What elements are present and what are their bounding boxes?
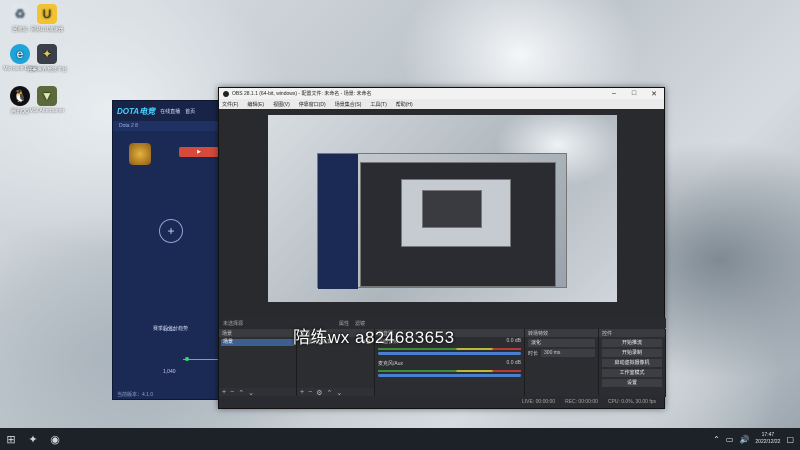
channel-name: 麦克风/Aux bbox=[378, 361, 404, 367]
rec-timer: REC: 00:00:00 bbox=[565, 399, 598, 405]
controls-panel: 控件 开始推流 开始录制 启动虚拟摄像机 工作室模式 设置 bbox=[599, 329, 666, 397]
volume-slider[interactable] bbox=[378, 352, 521, 355]
desktop-icon-uu[interactable]: U 网易UU加速器 bbox=[27, 4, 67, 33]
transition-type-select[interactable]: 淡化 bbox=[528, 339, 595, 347]
live-timer: LIVE: 00:00:00 bbox=[522, 399, 556, 405]
add-icon[interactable]: + bbox=[300, 389, 304, 396]
minimize-icon[interactable]: – bbox=[604, 90, 624, 98]
duration-label: 时长 bbox=[528, 350, 539, 357]
menu-view[interactable]: 视图(V) bbox=[273, 101, 290, 108]
dota-icon: ✦ bbox=[37, 44, 57, 64]
dota-taskbar-icon[interactable]: ✦ bbox=[22, 428, 44, 450]
game-client-header: DOTA电竞 在线直播 首页 bbox=[113, 101, 221, 121]
duration-row: 时长 300 ms bbox=[528, 349, 595, 357]
scene-item[interactable]: 场景 bbox=[221, 339, 294, 346]
channel-db: 0.0 dB bbox=[506, 360, 521, 366]
notification-icon[interactable]: ▢ bbox=[786, 435, 794, 444]
y-tick-low: 1,040 bbox=[163, 369, 176, 375]
remove-icon[interactable]: − bbox=[308, 389, 312, 396]
controls-panel-title: 控件 bbox=[599, 329, 665, 337]
dota-section-label: Dota 2 8 bbox=[113, 121, 221, 131]
maximize-icon[interactable]: □ bbox=[624, 90, 644, 98]
no-source-label: 未选择源 bbox=[223, 320, 244, 327]
volume-meter bbox=[378, 370, 521, 372]
desktop-icon-label: 完美世界竞技平台 bbox=[27, 67, 68, 73]
tab-home[interactable]: 首页 bbox=[185, 108, 195, 115]
start-button[interactable]: ⊞ bbox=[0, 428, 22, 450]
start-recording-button[interactable]: 开始录制 bbox=[602, 349, 662, 357]
version-label: 当前版本：4.1.0 bbox=[117, 392, 154, 398]
taskbar: ⊞ ✦ ◉ ⌃ ▭ 🔊 17:47 2022/12/22 ▢ bbox=[0, 428, 800, 450]
desktop-icon-label: 网易UU加速器 bbox=[30, 27, 64, 33]
start-streaming-button[interactable]: 开始推流 bbox=[602, 339, 662, 347]
nested-capture-1 bbox=[317, 153, 567, 289]
mixer-channel-2: 麦克风/Aux 0.0 dB bbox=[375, 359, 524, 368]
tab-live[interactable]: 在线直播 bbox=[160, 108, 180, 115]
menu-tools[interactable]: 工具(T) bbox=[370, 101, 386, 108]
system-tray: ⌃ ▭ 🔊 17:47 2022/12/22 ▢ bbox=[713, 428, 794, 450]
cpu-fps: CPU: 0.0%, 30.00 fps bbox=[607, 399, 656, 405]
close-icon[interactable]: ✕ bbox=[644, 90, 664, 98]
obs-titlebar: OBS 28.1.1 (64-bit, windows) - 配置文件: 未命名… bbox=[219, 88, 664, 99]
rank-badge-icon bbox=[129, 143, 151, 165]
obs-taskbar-icon[interactable]: ◉ bbox=[44, 428, 66, 450]
clock[interactable]: 17:47 2022/12/22 bbox=[755, 432, 780, 446]
desktop: ♻ 回收站 e Microsoft Edge 🐧 腾讯QQ U 网易UU加速器 … bbox=[0, 0, 800, 450]
menu-file[interactable]: 文件(F) bbox=[222, 101, 238, 108]
game-client-window[interactable]: DOTA电竞 在线直播 首页 Dota 2 8 ▶ + 赛季段位分趋势 1,05… bbox=[112, 100, 222, 400]
obs-window[interactable]: OBS 28.1.1 (64-bit, windows) - 配置文件: 未命名… bbox=[218, 87, 666, 409]
transitions-panel: 转场特效 淡化 时长 300 ms bbox=[525, 329, 599, 397]
menu-edit[interactable]: 编辑(E) bbox=[247, 101, 264, 108]
start-match-button[interactable]: ▶ bbox=[179, 147, 219, 157]
date: 2022/12/22 bbox=[755, 439, 781, 445]
virtual-camera-button[interactable]: 启动虚拟摄像机 bbox=[602, 359, 662, 367]
scenes-panel-title: 场景 bbox=[219, 329, 296, 337]
chevron-up-icon[interactable]: ⌃ bbox=[713, 435, 720, 444]
desktop-icon-label: MSI Afterburner bbox=[29, 108, 65, 114]
settings-button[interactable]: 设置 bbox=[602, 379, 662, 387]
trend-point bbox=[185, 357, 189, 361]
transitions-panel-title: 转场特效 bbox=[525, 329, 598, 337]
scenes-panel: 场景 场景 + − ⌃ ⌄ bbox=[219, 329, 297, 397]
menu-scene-collection[interactable]: 场景集合(S) bbox=[335, 101, 362, 108]
volume-icon[interactable]: 🔊 bbox=[739, 435, 749, 444]
time: 17:47 bbox=[761, 432, 775, 438]
nested-capture-2 bbox=[401, 179, 511, 247]
obs-logo-icon bbox=[223, 90, 229, 97]
obs-menubar: 文件(F) 编辑(E) 视图(V) 停靠窗口(D) 场景集合(S) 工具(T) … bbox=[219, 99, 664, 109]
channel-db: 0.0 dB bbox=[506, 338, 521, 344]
studio-mode-button[interactable]: 工作室模式 bbox=[602, 369, 662, 377]
obs-window-title: OBS 28.1.1 (64-bit, windows) - 配置文件: 未命名… bbox=[232, 91, 372, 97]
menu-help[interactable]: 帮助(H) bbox=[396, 101, 413, 108]
preview-canvas[interactable] bbox=[268, 115, 617, 302]
duration-input[interactable]: 300 ms bbox=[541, 349, 595, 357]
desktop-icon-dota[interactable]: ✦ 完美世界竞技平台 bbox=[27, 44, 67, 73]
network-icon[interactable]: ▭ bbox=[726, 435, 734, 444]
menu-docks[interactable]: 停靠窗口(D) bbox=[299, 101, 326, 108]
y-tick-high: 1,050 bbox=[163, 327, 176, 333]
volume-slider[interactable] bbox=[378, 374, 521, 377]
nested-capture-3 bbox=[422, 190, 482, 228]
afterburner-icon: ▼ bbox=[37, 86, 57, 106]
game-client-logo: DOTA电竞 bbox=[117, 106, 156, 116]
watermark-overlay: 陪练wx a824683653 bbox=[293, 328, 455, 347]
remove-icon[interactable]: − bbox=[230, 389, 234, 396]
volume-meter bbox=[378, 348, 521, 350]
nested-obs bbox=[360, 162, 556, 287]
obs-statusbar: LIVE: 00:00:00 REC: 00:00:00 CPU: 0.0%, … bbox=[219, 396, 664, 408]
add-icon[interactable]: + bbox=[222, 389, 226, 396]
nested-game-client bbox=[318, 154, 358, 289]
uu-accelerator-icon: U bbox=[37, 4, 57, 24]
add-icon[interactable]: + bbox=[159, 219, 183, 243]
desktop-icon-afterburner[interactable]: ▼ MSI Afterburner bbox=[27, 86, 67, 114]
